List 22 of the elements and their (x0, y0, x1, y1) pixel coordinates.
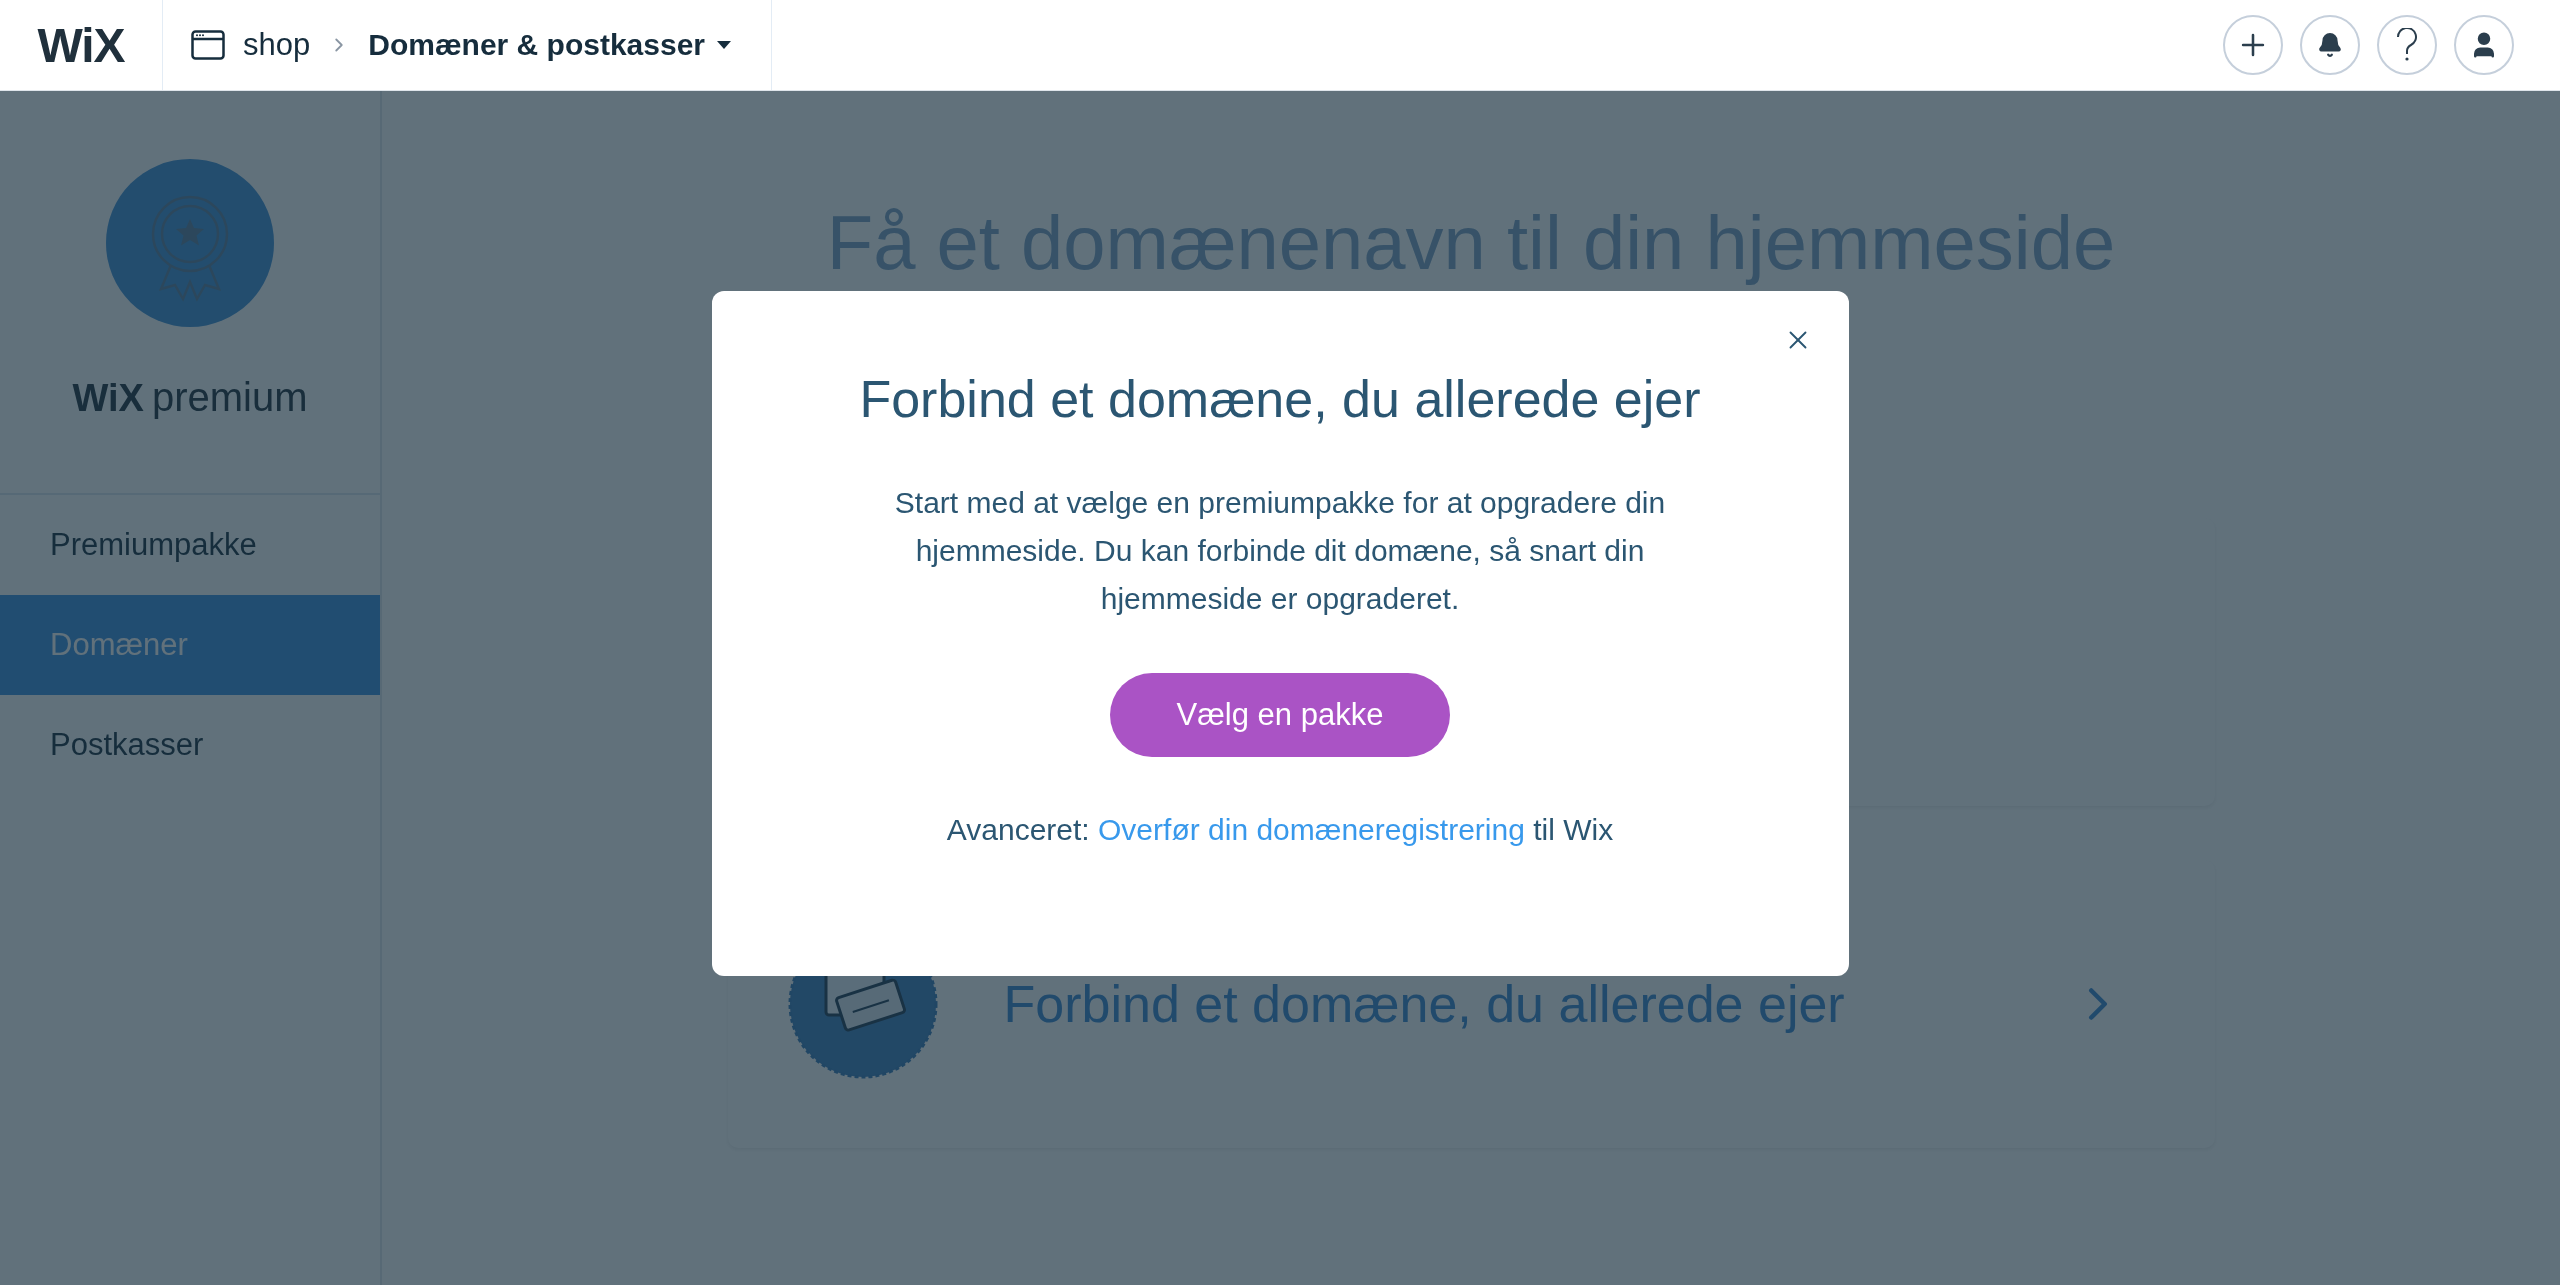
sidebar-item[interactable]: Domæner (0, 595, 380, 695)
notifications-button[interactable] (2300, 15, 2360, 75)
help-button[interactable] (2377, 15, 2437, 75)
sidebar-item[interactable]: Postkasser (0, 695, 380, 795)
browser-window-icon (191, 30, 225, 60)
modal-text: Start med at vælge en premiumpakke for at opgradere din hjemmeside. Du kan forbinde dit domæne, så snart din hjemmeside er opgraderet. (893, 485, 1667, 617)
card-title: Forbind et domæne, du allerede ejer (1003, 974, 1846, 1034)
question-mark-icon (2396, 28, 2418, 62)
bell-icon (2317, 32, 2343, 58)
breadcrumb-link[interactable]: Domæner & postkasser (368, 28, 732, 62)
award-ribbon-icon (106, 159, 274, 327)
transfer-link[interactable]: Overfør din domæneregistrering (1098, 813, 1525, 846)
wix-logo[interactable]: WiX (37, 17, 125, 73)
account-button[interactable] (2454, 15, 2514, 75)
add-button[interactable] (2223, 15, 2283, 75)
wix-logo: WiX (72, 377, 144, 420)
transfer-note: Avanceret: Overfør din domæneregistrering til Wix (946, 813, 1614, 847)
sidebar-item[interactable]: Premiumpakke (0, 495, 380, 595)
modal-title: Forbind et domæne, du allerede ejer (859, 369, 1701, 429)
premium-label: premium (151, 375, 308, 420)
choose-plan-button[interactable]: Vælg en pakke (1110, 673, 1450, 757)
breadcrumb-link[interactable]: shop (243, 27, 311, 63)
